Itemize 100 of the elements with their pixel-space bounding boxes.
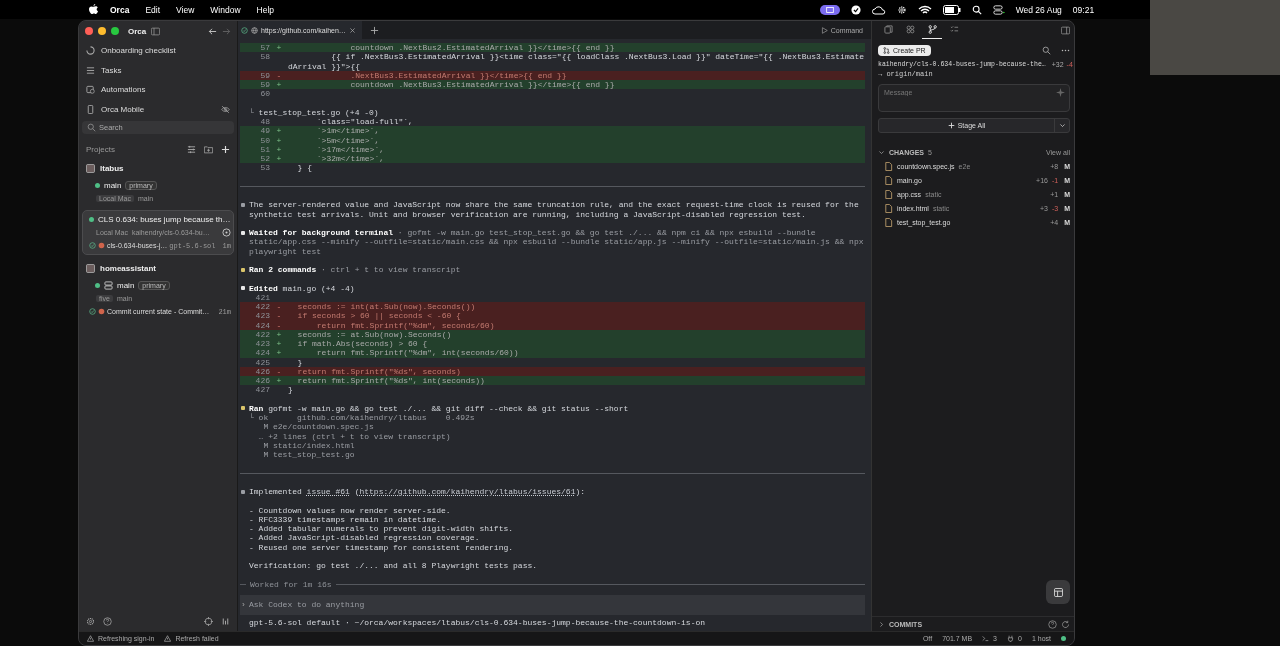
pull-request-icon [883,47,890,54]
list-item: - Reused one server timestamp for consistent rendering. [249,542,514,552]
minimize-button[interactable] [98,27,106,35]
worktree-name: main [104,181,122,190]
settings-icon[interactable] [86,616,95,626]
check-icon[interactable] [851,4,862,15]
list-item: - Added JavaScript-disabled regression coverage. [249,533,481,543]
menu-item[interactable]: Window [210,4,241,15]
list-item: - Countdown values now render server-side. [249,505,452,515]
warning-icon [87,635,94,642]
checklist-icon [949,25,959,34]
nav-item[interactable]: Tasks [82,60,234,80]
files-icon [883,25,893,34]
command-output-line: … +2 lines (ctrl + t to view transcript) [257,431,452,441]
panel-toggle-icon[interactable] [1061,25,1070,35]
plug-icon [1007,635,1014,642]
plus-icon [947,122,955,129]
command-output-line: └ ok github.com/kaihendry/ltabus 0.492s [249,413,476,423]
status-dot-icon [1061,636,1066,641]
close-icon[interactable] [348,26,356,34]
chevron-icon[interactable] [878,620,885,628]
layout-icon [1053,587,1063,597]
diff-line: 421 [254,292,271,302]
window-title: Orca [128,26,147,36]
close-button[interactable] [85,27,93,35]
warning-icon [164,635,172,642]
server-icon [104,281,113,290]
diff-line: 48 `class="load-full"`, [259,117,414,127]
agent-icon [98,308,105,315]
zoom-button[interactable] [111,27,119,35]
menu-item[interactable]: Help [256,4,275,15]
calendar-clock-icon [86,85,95,95]
diff-line: 53 } { [259,163,313,173]
status-dot-icon [95,283,100,288]
diff-line: 60 [259,89,271,99]
command-output-line: M test_stop_test.go [262,450,356,460]
list-item: - Added tabular numerals to prevent digit-width shifts. [249,524,514,534]
gear-icon[interactable] [897,4,908,15]
project-name[interactable]: homeassistant [100,263,157,273]
play-icon [820,26,828,34]
file-diff-heading: Edited main.go (+4 -4) [249,283,355,293]
control-center-icon[interactable] [993,4,1005,15]
screen-icon[interactable] [820,4,841,15]
apple-logo-icon[interactable] [89,4,98,15]
project-name[interactable]: ltabus [100,163,124,173]
grid-icon [905,25,915,34]
layout-button[interactable] [1046,580,1070,604]
check-circle-icon [241,26,248,34]
folder-plus-icon[interactable] [204,145,213,154]
sidebar-toggle-icon[interactable] [151,26,161,36]
file-diff-heading: └ test_stop_test.go (+4 -0) [249,107,379,117]
message-text: Verification: go test ./... and all 8 Playwright tests pass. [249,561,538,571]
menu-item[interactable]: Edit [145,4,161,15]
search-icon[interactable] [972,4,983,15]
diff-line: 425 } [254,357,304,367]
sliders-icon[interactable] [187,145,196,154]
menu-bar-date: Wed 26 Aug [1015,4,1062,15]
help-icon[interactable] [103,616,112,626]
command-output-line: M e2e/countdown.spec.js [262,422,375,432]
menu-item[interactable]: View [176,4,195,15]
help-icon[interactable] [1048,619,1057,629]
sparkle-icon[interactable] [1056,88,1065,97]
phone-icon [86,104,95,114]
app-menu[interactable]: Orca [110,4,130,15]
eye-off-icon[interactable] [221,104,230,114]
cloud-icon[interactable] [872,4,887,15]
message-text: Ran 2 commands · ctrl + t to view transcript [249,265,461,275]
diff-line: 427 } [254,385,294,395]
bars-icon[interactable] [221,616,230,626]
back-arrow-icon[interactable] [208,26,217,36]
terminal-icon [982,635,990,642]
crosshair-icon[interactable] [204,616,213,626]
refresh-icon[interactable] [1061,619,1070,629]
battery-icon[interactable] [943,4,962,15]
list-icon [86,65,95,75]
session-info: gpt-5.6-sol default · ~/orca/workspaces/ltabus/cls-0.634-buses-jump-because-the-countdown-is-on [248,616,707,629]
nav-item[interactable]: Onboarding checklist [82,41,234,61]
repo-icon [86,263,95,273]
plus-icon[interactable] [221,145,230,154]
branch-icon [927,25,937,34]
worktree-name: main [117,281,135,290]
nav-item[interactable]: Orca Mobile [82,99,234,119]
diff-line: 58 {{ if .NextBus3.EstimatedArrival }}<time class="{{ loadClass .NextBus3.Load }}" dateTime="{{ .NextBus3.EstimatedArrival }}">{{ [259,52,865,71]
message-text: The server-rendered value and JavaScript now share the same truncation rule, and the exact request-time clock is reused for the synthetic test arrivals. Unit and browser verification are running, including a JavaScript-disabled regression test. [249,200,860,219]
progress-ring-icon [86,46,95,56]
message-text: Ran gofmt -w main.go && go test ./... && git diff --check && git status --short [249,403,629,413]
wifi-icon[interactable] [918,4,933,15]
list-item: - RFC3339 timestamps remain in datetime. [249,514,443,524]
globe-icon [251,26,258,34]
nav-item[interactable]: Automations [82,80,234,100]
worktree-name: CLS 0.634: buses jump because th… [98,215,231,224]
link[interactable]: issue #61 [306,487,350,496]
new-tab-icon[interactable] [369,25,379,35]
prompt-marker: › [241,599,246,609]
check-circle-icon [89,308,96,315]
chevron-icon[interactable] [878,148,885,156]
message-text: Waited for background terminal · gofmt -w main.go test_stop_test.go && go test ./... && npm ci && npx esbuild --bundle static/app.css --minify --outfile=static/main.css && npx esbuild --bundle static/app.js --minify --outfile=static/main.js && npx playwright test [249,228,865,256]
link[interactable]: https://github.com/kaihendry/ltabus/issues/61 [359,487,576,496]
status-dot-icon [95,183,100,188]
elapsed-time: Worked for 1m 16s [250,579,332,589]
